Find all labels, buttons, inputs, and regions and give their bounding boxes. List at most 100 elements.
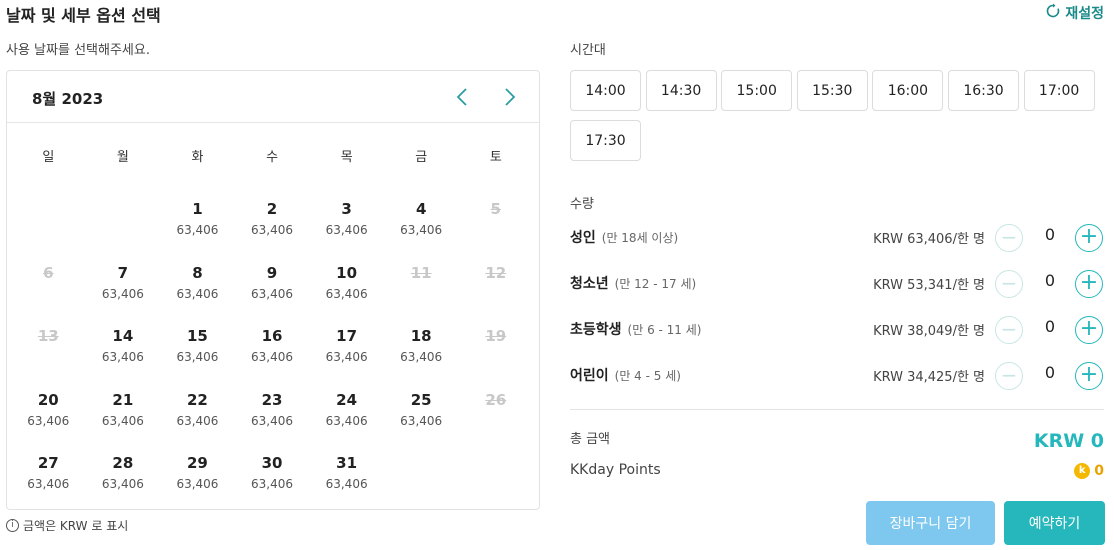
- day-number: 24: [336, 390, 358, 409]
- day-number: 26: [485, 390, 507, 409]
- day-price: 63,406: [251, 477, 294, 491]
- calendar-day[interactable]: 3 63,406: [309, 199, 384, 263]
- calendar-day[interactable]: 9 63,406: [235, 263, 310, 327]
- calendar-day: 26: [458, 390, 533, 454]
- day-price: 63,406: [400, 350, 443, 364]
- increase-button[interactable]: +: [1075, 270, 1103, 298]
- day-number: 21: [112, 390, 134, 409]
- ticket-type: 청소년: [570, 276, 609, 292]
- time-slot-button[interactable]: 14:00: [570, 70, 641, 111]
- plus-icon: +: [1079, 362, 1099, 387]
- day-number: 14: [112, 327, 134, 345]
- time-slot-button[interactable]: 17:00: [1023, 70, 1095, 111]
- day-number: 27: [37, 454, 59, 472]
- ticket-price: KRW 53,341/한 명: [873, 278, 985, 293]
- calendar-day[interactable]: 10 63,406: [309, 263, 384, 327]
- calendar-week: 27 63,406 28 63,406 29 63,406 30 63,406 31 63,406: [11, 453, 533, 517]
- time-slot-button[interactable]: 16:00: [872, 70, 944, 111]
- calendar-day[interactable]: 24 63,406: [309, 390, 384, 454]
- ticket-price: KRW 38,049/한 명: [873, 324, 985, 339]
- calendar-day[interactable]: 7 63,406: [86, 263, 161, 327]
- quantity-section-label: 수량: [570, 197, 594, 212]
- day-price: 63,406: [101, 286, 144, 301]
- calendar-day[interactable]: 25 63,406: [384, 390, 459, 454]
- calendar-empty-cell: [384, 453, 459, 517]
- calendar-day[interactable]: 30 63,406: [235, 453, 310, 517]
- day-price: 63,406: [27, 413, 70, 428]
- calendar-week: 6 7 63,406 8 63,406 9 63,406 10 63,406 11 12: [11, 263, 533, 327]
- calendar: 8월 2023 일월화수목금토 1 63,406 2 63,406 3 63,406 4 63…: [6, 70, 540, 510]
- ticket-name: 성인 (만 18세 이상): [570, 227, 678, 247]
- calendar-day[interactable]: 15 63,406: [160, 326, 235, 390]
- calendar-day[interactable]: 4 63,406: [384, 199, 459, 263]
- prev-month-button[interactable]: [451, 85, 475, 109]
- book-now-button[interactable]: 예약하기: [1004, 501, 1105, 545]
- calendar-day[interactable]: 23 63,406: [235, 390, 310, 454]
- increase-button[interactable]: +: [1075, 224, 1103, 252]
- time-slot-button[interactable]: 16:30: [948, 70, 1019, 111]
- weekday-label: 토: [489, 150, 502, 165]
- calendar-day[interactable]: 2 63,406: [235, 199, 310, 263]
- day-price: 63,406: [325, 477, 368, 491]
- decrease-button[interactable]: −: [995, 224, 1023, 252]
- day-price: 63,406: [101, 413, 144, 428]
- calendar-day[interactable]: 29 63,406: [160, 453, 235, 517]
- calendar-day[interactable]: 8 63,406: [160, 263, 235, 327]
- date-instruction: 사용 날짜를 선택해주세요.: [6, 43, 150, 58]
- day-price: 63,406: [251, 286, 294, 301]
- calendar-month: 8월 2023: [32, 90, 104, 108]
- ticket-type: 성인: [570, 230, 596, 246]
- day-number: 8: [192, 263, 203, 282]
- day-number: 6: [43, 263, 54, 282]
- calendar-day[interactable]: 1 63,406: [160, 199, 235, 263]
- calendar-day[interactable]: 17 63,406: [309, 326, 384, 390]
- day-number: 18: [410, 327, 432, 345]
- ticket-price: KRW 63,406/한 명: [873, 232, 985, 247]
- quantity-count: 0: [1044, 363, 1056, 382]
- next-month-button[interactable]: [497, 85, 521, 109]
- day-price: 63,406: [325, 350, 368, 364]
- plus-icon: +: [1079, 316, 1099, 341]
- quantity-row: 청소년 (만 12 - 17 세) KRW 53,341/한 명 − 0 +: [570, 268, 1104, 298]
- day-price: 63,406: [176, 350, 219, 364]
- day-price: 63,406: [176, 223, 219, 237]
- calendar-day[interactable]: 31 63,406: [309, 453, 384, 517]
- reset-label: 재설정: [1065, 6, 1104, 22]
- increase-button[interactable]: +: [1075, 316, 1103, 344]
- decrease-button[interactable]: −: [995, 316, 1023, 344]
- calendar-day[interactable]: 14 63,406: [86, 326, 161, 390]
- total-value: KRW 0: [1033, 430, 1104, 452]
- calendar-day[interactable]: 16 63,406: [235, 326, 310, 390]
- calendar-day[interactable]: 20 63,406: [11, 390, 86, 454]
- time-slot-button[interactable]: 17:30: [570, 120, 641, 161]
- ticket-age: (만 18세 이상): [601, 231, 679, 245]
- calendar-day[interactable]: 18 63,406: [384, 326, 459, 390]
- currency-note: i 금액은 KRW 로 표시: [6, 517, 128, 534]
- day-number: 30: [261, 454, 283, 472]
- increase-button[interactable]: +: [1075, 362, 1103, 390]
- points-label: KKday Points: [570, 462, 661, 478]
- day-number: 5: [490, 200, 501, 218]
- calendar-day[interactable]: 21 63,406: [86, 390, 161, 454]
- decrease-button[interactable]: −: [995, 270, 1023, 298]
- calendar-day[interactable]: 28 63,406: [86, 453, 161, 517]
- minus-icon: −: [1000, 317, 1018, 341]
- time-slot-button[interactable]: 15:30: [796, 70, 868, 111]
- calendar-day[interactable]: 27 63,406: [11, 453, 86, 517]
- reset-button[interactable]: 재설정: [1045, 3, 1104, 23]
- ticket-type: 어린이: [570, 368, 609, 384]
- quantity-row: 어린이 (만 4 - 5 세) KRW 34,425/한 명 − 0 +: [570, 360, 1104, 390]
- time-slot-button[interactable]: 15:00: [721, 70, 793, 111]
- calendar-day: 11: [384, 263, 459, 327]
- decrease-button[interactable]: −: [995, 362, 1023, 390]
- total-label: 총 금액: [570, 432, 611, 447]
- add-to-cart-button[interactable]: 장바구니 담기: [866, 501, 995, 545]
- calendar-day: 13: [11, 326, 86, 390]
- ticket-name: 청소년 (만 12 - 17 세): [570, 273, 696, 293]
- calendar-day[interactable]: 22 63,406: [160, 390, 235, 454]
- weekday-label: 수: [266, 150, 279, 165]
- quantity-row: 초등학생 (만 6 - 11 세) KRW 38,049/한 명 − 0 +: [570, 314, 1104, 344]
- ticket-age: (만 4 - 5 세): [614, 369, 681, 383]
- calendar-day: 6: [11, 263, 86, 327]
- time-slot-button[interactable]: 14:30: [645, 70, 717, 111]
